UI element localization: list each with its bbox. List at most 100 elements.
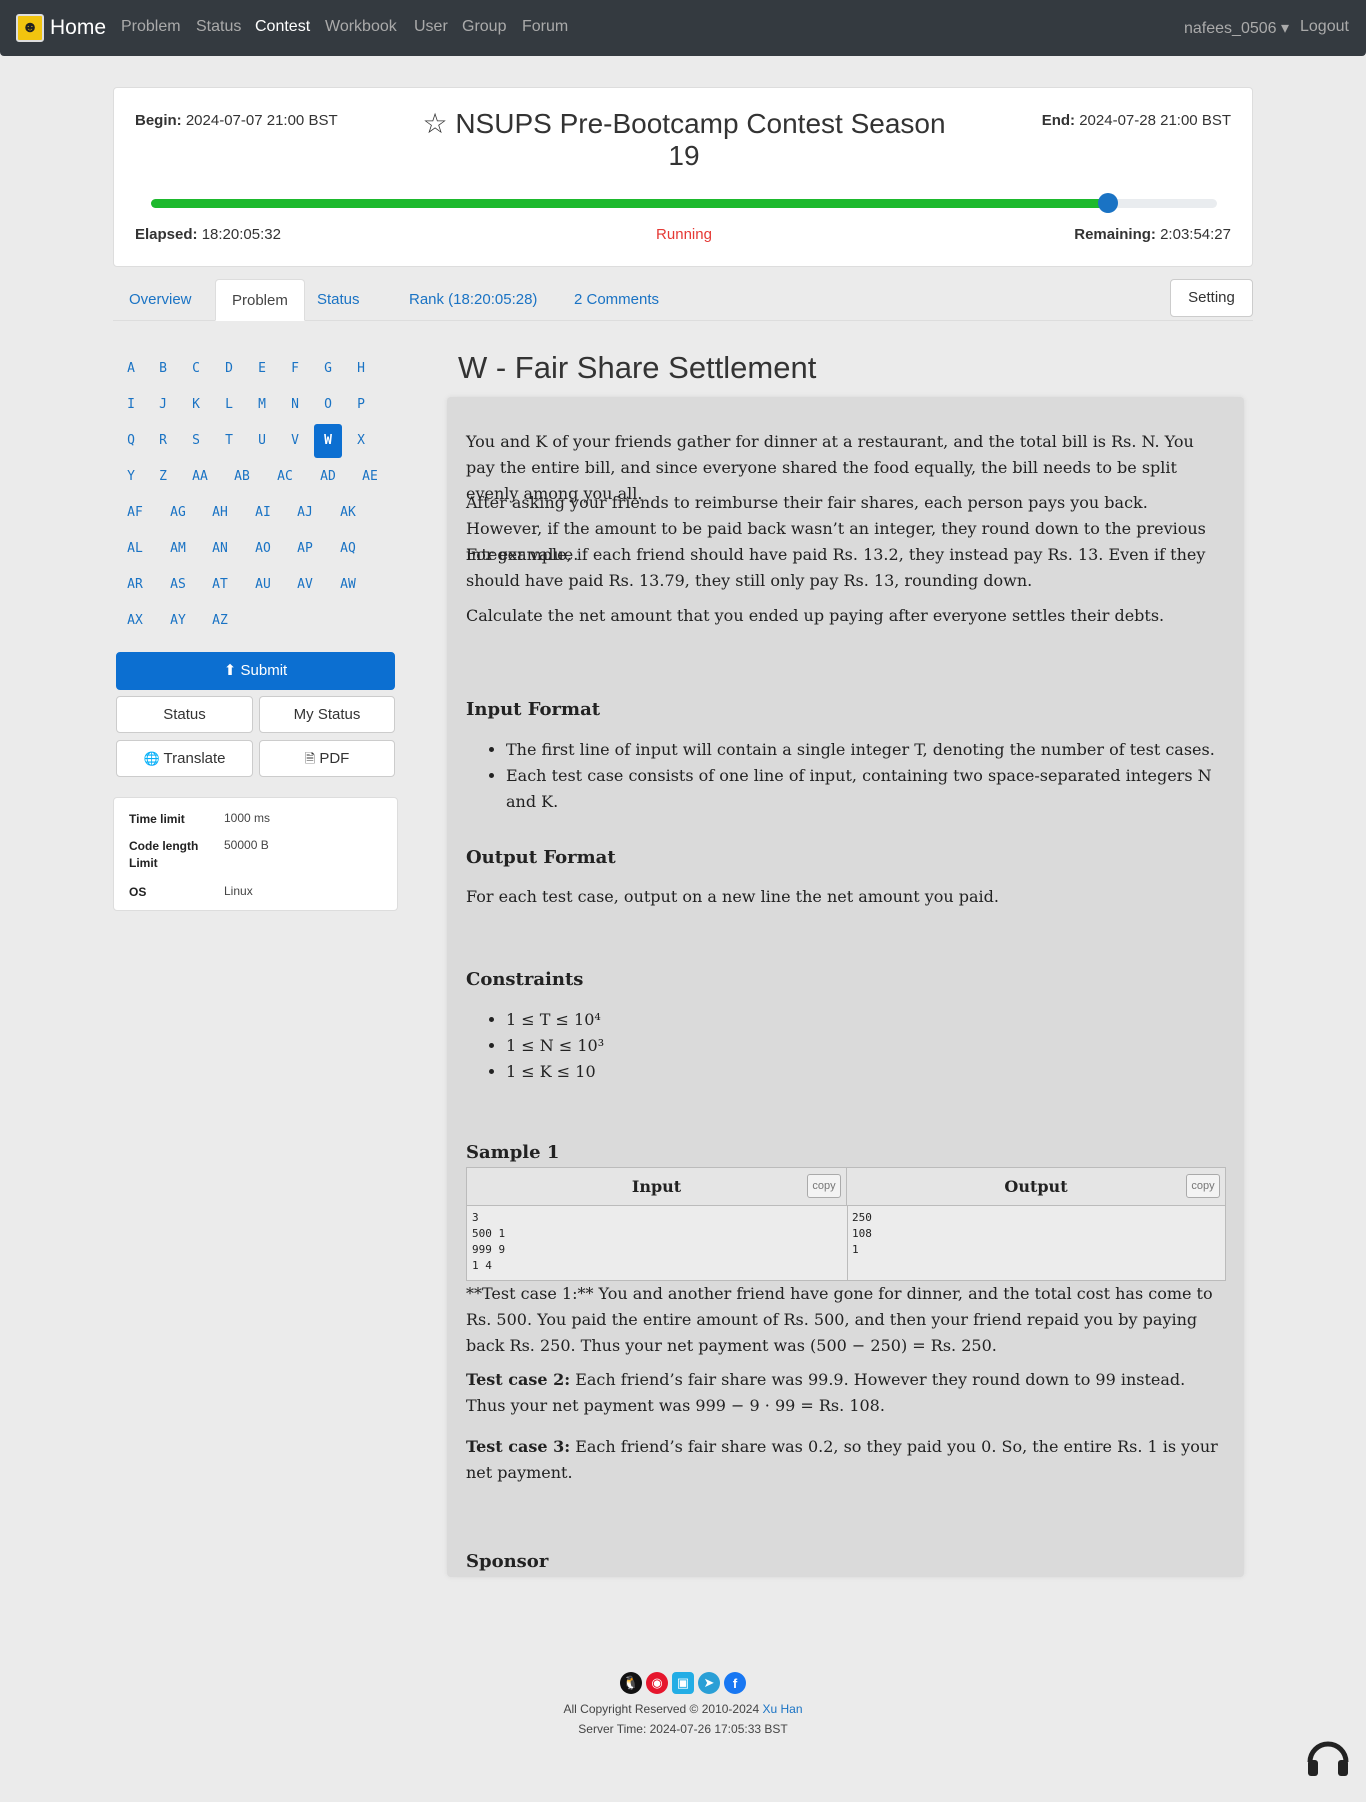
- problem-link-ah[interactable]: AH: [203, 496, 237, 530]
- progress-fill: [151, 199, 1109, 208]
- problem-link-ak[interactable]: AK: [331, 496, 365, 530]
- problem-link-g[interactable]: G: [314, 352, 342, 386]
- my-status-button[interactable]: My Status: [259, 696, 395, 733]
- translate-button[interactable]: 🌐 Translate: [116, 740, 253, 777]
- problem-link-z[interactable]: Z: [146, 460, 180, 494]
- problem-link-f[interactable]: F: [281, 352, 309, 386]
- nav-workbook[interactable]: Workbook: [325, 18, 397, 36]
- sample-input-header: Input copy: [467, 1168, 847, 1206]
- problem-link-ag[interactable]: AG: [161, 496, 195, 530]
- problem-link-ae[interactable]: AE: [353, 460, 387, 494]
- problem-link-l[interactable]: L: [215, 388, 243, 422]
- problem-link-al[interactable]: AL: [118, 532, 152, 566]
- tab-comments[interactable]: 2 Comments: [558, 279, 675, 321]
- problem-link-o[interactable]: O: [314, 388, 342, 422]
- problem-link-as[interactable]: AS: [161, 568, 195, 602]
- code-limit-value: 50000 B: [224, 838, 269, 852]
- nav-problem[interactable]: Problem: [121, 18, 181, 36]
- logout-link[interactable]: Logout: [1300, 18, 1349, 36]
- telegram-icon[interactable]: ➤: [698, 1672, 720, 1694]
- problem-link-h[interactable]: H: [347, 352, 375, 386]
- problem-link-at[interactable]: AT: [203, 568, 237, 602]
- problem-link-b[interactable]: B: [149, 352, 177, 386]
- weibo-icon[interactable]: ◉: [646, 1672, 668, 1694]
- problem-link-av[interactable]: AV: [288, 568, 322, 602]
- copyright: All Copyright Reserved © 2010-2024 Xu Ha…: [563, 1702, 803, 1716]
- sample-table: Input copy Output copy 3 500 1 999 9 1 4…: [466, 1167, 1226, 1281]
- problem-link-ap[interactable]: AP: [288, 532, 322, 566]
- nav-forum[interactable]: Forum: [522, 18, 568, 36]
- problem-link-ax[interactable]: AX: [118, 604, 152, 638]
- tab-status[interactable]: Status: [301, 279, 376, 321]
- contest-progress-bar[interactable]: [151, 193, 1217, 213]
- problem-link-aj[interactable]: AJ: [288, 496, 322, 530]
- copy-input-button[interactable]: copy: [807, 1174, 841, 1198]
- problem-link-a[interactable]: A: [117, 352, 145, 386]
- tab-overview[interactable]: Overview: [113, 279, 208, 321]
- problem-link-am[interactable]: AM: [161, 532, 195, 566]
- social-icons: 🐧 ◉ ▣ ➤ f: [0, 1672, 1366, 1694]
- facebook-icon[interactable]: f: [724, 1672, 746, 1694]
- input-item-2: Each test case consists of one line of i…: [506, 763, 1226, 815]
- nav-user[interactable]: User: [414, 18, 448, 36]
- problem-link-i[interactable]: I: [117, 388, 145, 422]
- nav-contest[interactable]: Contest: [255, 18, 310, 36]
- problem-link-c[interactable]: C: [182, 352, 210, 386]
- problem-link-ai[interactable]: AI: [246, 496, 280, 530]
- problem-link-e[interactable]: E: [248, 352, 276, 386]
- problem-link-s[interactable]: S: [182, 424, 210, 458]
- tab-rank[interactable]: Rank (18:20:05:28): [393, 279, 553, 321]
- problem-link-r[interactable]: R: [149, 424, 177, 458]
- problem-link-aq[interactable]: AQ: [331, 532, 365, 566]
- statement-p3: For example, if each friend should have …: [466, 545, 1206, 590]
- problem-link-ad[interactable]: AD: [311, 460, 345, 494]
- nav-group[interactable]: Group: [462, 18, 506, 36]
- problem-link-ar[interactable]: AR: [118, 568, 152, 602]
- sponsor-heading: Sponsor: [466, 1551, 549, 1572]
- problem-link-x[interactable]: X: [347, 424, 375, 458]
- problem-link-az[interactable]: AZ: [203, 604, 237, 638]
- home-link[interactable]: ☻ Home: [16, 14, 106, 42]
- headset-icon[interactable]: [1304, 1732, 1352, 1780]
- problem-link-q[interactable]: Q: [117, 424, 145, 458]
- problem-link-ab[interactable]: AB: [225, 460, 259, 494]
- problem-link-y[interactable]: Y: [114, 460, 148, 494]
- user-menu[interactable]: nafees_0506 ▾: [1184, 18, 1289, 38]
- status-button[interactable]: Status: [116, 696, 253, 733]
- problem-link-j[interactable]: J: [149, 388, 177, 422]
- problem-link-ay[interactable]: AY: [161, 604, 195, 638]
- begin-time: Begin: 2024-07-07 21:00 BST: [135, 112, 338, 129]
- input-item-1: The first line of input will contain a s…: [506, 737, 1226, 763]
- setting-button[interactable]: Setting: [1170, 279, 1253, 317]
- contest-status: Running: [656, 226, 712, 243]
- pdf-button[interactable]: 🗎 PDF: [259, 740, 395, 777]
- tab-problem[interactable]: Problem: [215, 279, 305, 321]
- problem-link-aw[interactable]: AW: [331, 568, 365, 602]
- problem-link-d[interactable]: D: [215, 352, 243, 386]
- problem-link-ac[interactable]: AC: [268, 460, 302, 494]
- problem-link-k[interactable]: K: [182, 388, 210, 422]
- problem-link-v[interactable]: V: [281, 424, 309, 458]
- pdf-icon: 🗎: [304, 751, 316, 766]
- problem-link-an[interactable]: AN: [203, 532, 237, 566]
- problem-link-m[interactable]: M: [248, 388, 276, 422]
- problem-link-aa[interactable]: AA: [183, 460, 217, 494]
- problem-link-au[interactable]: AU: [246, 568, 280, 602]
- progress-handle[interactable]: [1098, 193, 1119, 213]
- qq-icon[interactable]: 🐧: [620, 1672, 642, 1694]
- problem-link-p[interactable]: P: [347, 388, 375, 422]
- submit-button[interactable]: ⬆ Submit: [116, 652, 395, 690]
- output-format-text: For each test case, output on a new line…: [466, 887, 999, 906]
- problem-link-n[interactable]: N: [281, 388, 309, 422]
- problem-link-af[interactable]: AF: [118, 496, 152, 530]
- author-link[interactable]: Xu Han: [762, 1702, 802, 1716]
- star-icon[interactable]: ☆: [422, 108, 447, 139]
- problem-link-t[interactable]: T: [215, 424, 243, 458]
- problem-link-ao[interactable]: AO: [246, 532, 280, 566]
- bilibili-icon[interactable]: ▣: [672, 1672, 694, 1694]
- copy-output-button[interactable]: copy: [1186, 1174, 1220, 1198]
- nav-status[interactable]: Status: [196, 18, 241, 36]
- problem-link-u[interactable]: U: [248, 424, 276, 458]
- problem-link-w[interactable]: W: [314, 424, 342, 458]
- limits-panel: Time limit 1000 ms Code length Limit 500…: [113, 797, 398, 911]
